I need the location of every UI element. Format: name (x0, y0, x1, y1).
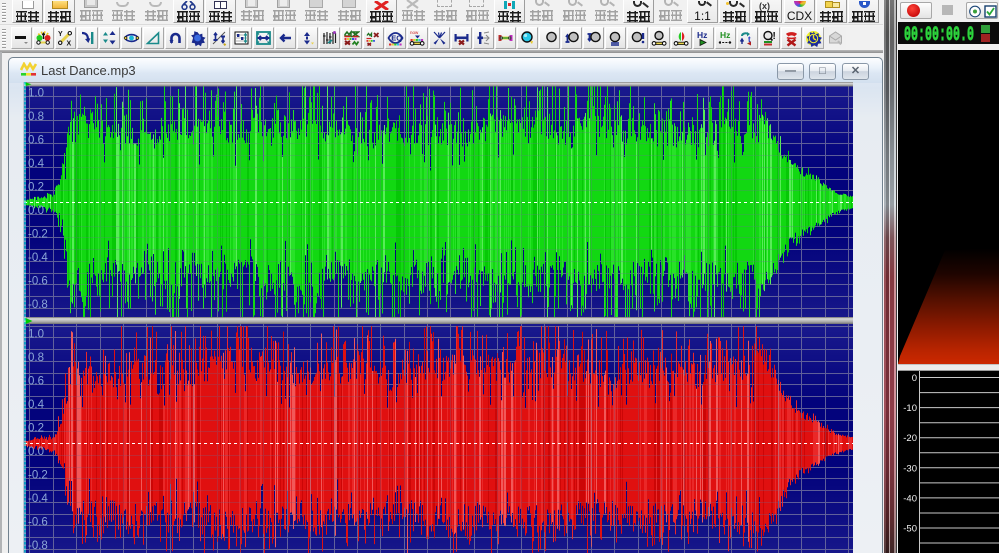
svg-text:now: now (410, 30, 419, 35)
svg-text:0.6: 0.6 (28, 376, 44, 388)
svg-text:-40: -40 (903, 493, 917, 504)
svg-text:0.2: 0.2 (28, 423, 44, 435)
svg-text:-30: -30 (903, 463, 917, 474)
svg-text:!: ! (773, 31, 776, 42)
svg-text:X: X (67, 41, 72, 48)
svg-text:0.0: 0.0 (28, 446, 44, 458)
svg-text:-0.8: -0.8 (28, 540, 48, 552)
svg-text:0.6: 0.6 (28, 135, 44, 147)
svg-text:0.4: 0.4 (28, 399, 45, 411)
svg-text:-0.4: -0.4 (28, 252, 48, 264)
svg-text:1.0: 1.0 (28, 329, 44, 341)
svg-text:0.8: 0.8 (28, 111, 44, 123)
svg-text:-0.2: -0.2 (28, 470, 48, 482)
svg-text:-20: -20 (903, 433, 917, 444)
svg-text:-50: -50 (903, 524, 917, 535)
svg-text:0: 0 (912, 373, 917, 384)
svg-text:-0.6: -0.6 (28, 276, 48, 288)
svg-text:-10: -10 (903, 403, 917, 414)
svg-text:-0.8: -0.8 (28, 299, 48, 311)
svg-text:0.8: 0.8 (28, 352, 44, 364)
svg-text:EQ: EQ (391, 34, 402, 43)
svg-text:-0.4: -0.4 (28, 493, 48, 505)
svg-text:0.0: 0.0 (28, 205, 44, 217)
svg-text:Y: Y (58, 31, 63, 38)
svg-text:0.4: 0.4 (28, 158, 45, 170)
svg-text:1.0: 1.0 (28, 88, 44, 100)
svg-text:-0.2: -0.2 (28, 229, 48, 241)
svg-text:Hz: Hz (697, 30, 707, 40)
svg-text:Hz: Hz (720, 30, 730, 40)
svg-text:0.2: 0.2 (28, 182, 44, 194)
svg-text:-0.6: -0.6 (28, 517, 48, 529)
